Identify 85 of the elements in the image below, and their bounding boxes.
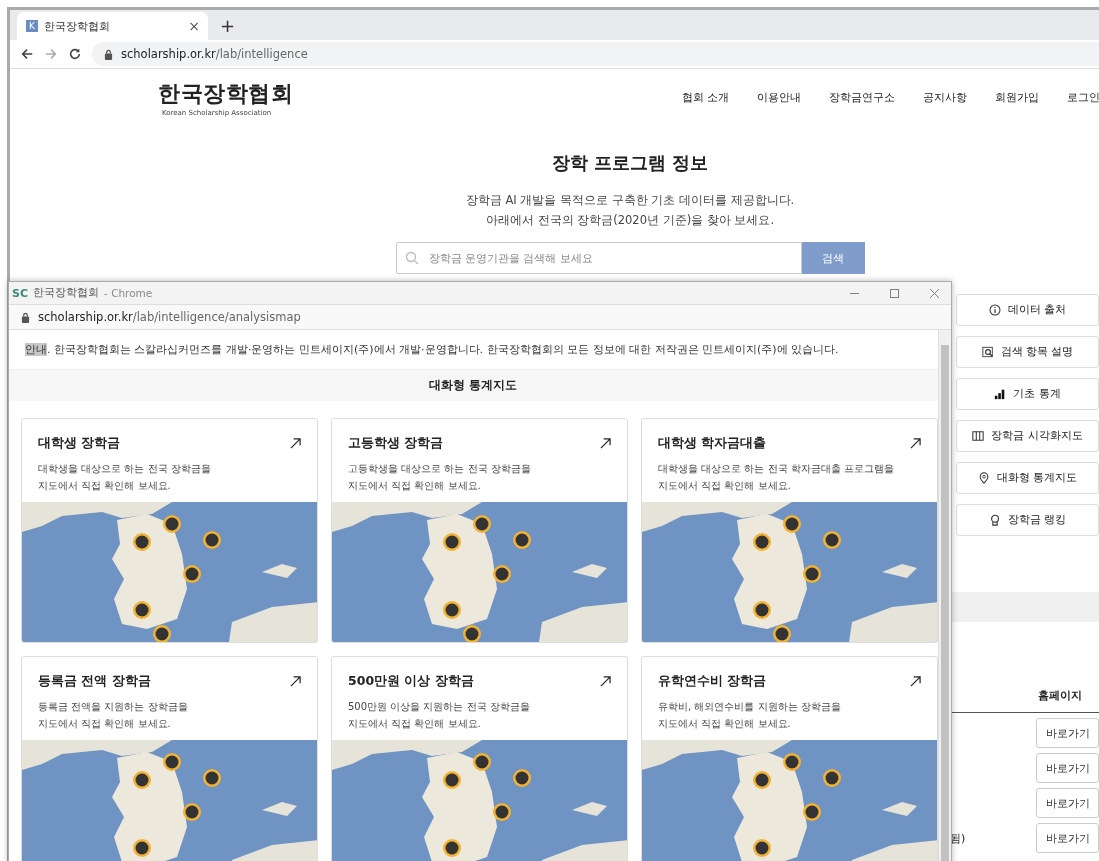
map-card[interactable]: 대학생 학자금대출 대학생을 대상으로 하는 전국 학자금대출 프로그램을 지도에서 직접 확인해 보세요. xyxy=(641,418,938,643)
nav-link[interactable]: 이용안내 xyxy=(757,90,801,105)
award-icon xyxy=(988,514,1001,526)
card-title: 등록금 전액 장학금 xyxy=(38,673,151,690)
intro-text: 장학금 AI 개발을 목적으로 구축한 기초 데이터를 제공합니다. xyxy=(464,193,796,208)
card-description: 지도에서 직접 확인해 보세요. xyxy=(658,479,792,493)
map-icon xyxy=(972,430,985,442)
side-menu-button[interactable]: 장학금 시각화지도 xyxy=(956,420,1099,452)
lock-icon xyxy=(104,48,113,60)
card-description: 500만원 이상을 지원하는 전국 장학금을 xyxy=(348,700,531,714)
close-icon[interactable] xyxy=(930,288,939,298)
card-description: 지도에서 직접 확인해 보세요. xyxy=(658,717,792,731)
location-pin-icon xyxy=(977,472,990,484)
go-button[interactable]: 바로가기 xyxy=(1036,788,1099,818)
intro-text: 아래에서 전국의 장학금(2020년 기준)을 찾아 보세요. xyxy=(484,213,776,228)
section-heading: 대화형 통계지도 xyxy=(9,370,938,401)
side-menu-button[interactable]: 장학금 랭킹 xyxy=(956,504,1099,536)
card-title: 대학생 장학금 xyxy=(38,435,121,452)
browser-tab[interactable]: K 한국장학협회 × xyxy=(17,12,208,40)
new-tab-button[interactable]: + xyxy=(220,15,236,36)
map-drawing[interactable] xyxy=(642,740,937,861)
card-title: 대학생 학자금대출 xyxy=(658,435,767,452)
scrollbar[interactable] xyxy=(938,330,951,861)
map-card[interactable]: 대학생 장학금 대학생을 대상으로 하는 전국 장학금을 지도에서 직접 확인해 보세요. xyxy=(21,418,318,643)
map-card[interactable]: 등록금 전액 장학금 등록금 전액을 지원하는 장학금을 지도에서 직접 확인해 보세요. xyxy=(21,656,318,861)
nav-link[interactable]: 장학금연구소 xyxy=(829,90,895,105)
back-icon[interactable] xyxy=(20,47,34,61)
side-menu-button[interactable]: 대화형 통계지도 xyxy=(956,462,1099,494)
card-description: 고등학생을 대상으로 하는 전국 장학금을 xyxy=(348,462,532,476)
card-description: 유학비, 해외연수비를 지원하는 장학금을 xyxy=(658,700,842,714)
nav-link[interactable]: 로그인 xyxy=(1067,90,1099,105)
reload-icon[interactable] xyxy=(68,47,82,61)
map-card[interactable]: 유학연수비 장학금 유학비, 해외연수비를 지원하는 장학금을 지도에서 직접 확인해 보세요. xyxy=(641,656,938,861)
card-title: 500만원 이상 장학금 xyxy=(348,673,474,690)
search-field[interactable]: 장학금 운영기관을 검색해 보세요 xyxy=(395,242,802,274)
card-title: 고등학생 장학금 xyxy=(348,435,444,452)
nav-link[interactable]: 회원가입 xyxy=(995,90,1039,105)
window-title: 한국장학협회 xyxy=(33,286,99,300)
go-button[interactable]: 바로가기 xyxy=(1036,823,1099,853)
maximize-icon[interactable] xyxy=(890,288,899,298)
side-menu-button[interactable]: 검색 항목 설명 xyxy=(956,336,1099,368)
card-description: 지도에서 직접 확인해 보세요. xyxy=(348,479,482,493)
forward-icon[interactable] xyxy=(44,47,58,61)
page-title: 장학 프로그램 정보 xyxy=(550,151,710,175)
table-cell: 됨) xyxy=(950,830,966,846)
map-card[interactable]: 고등학생 장학금 고등학생을 대상으로 하는 전국 장학금을 지도에서 직접 확인해 보세요. xyxy=(331,418,628,643)
window-url: scholarship.or.kr/lab/intelligence/analysismap xyxy=(38,310,301,324)
info-icon xyxy=(988,304,1001,316)
address-bar[interactable]: scholarship.or.kr/lab/intelligence xyxy=(92,42,1099,66)
card-description: 지도에서 직접 확인해 보세요. xyxy=(38,479,172,493)
card-description: 등록금 전액을 지원하는 장학금을 xyxy=(38,700,189,714)
arrow-icon[interactable] xyxy=(290,438,301,449)
side-menu-button[interactable]: 데이터 출처 xyxy=(956,294,1099,326)
scroll-thumb[interactable] xyxy=(941,345,949,861)
window-app-name: - Chrome xyxy=(104,287,153,299)
arrow-icon[interactable] xyxy=(910,676,921,687)
card-description: 대학생을 대상으로 하는 전국 장학금을 xyxy=(38,462,212,476)
card-description: 대학생을 대상으로 하는 전국 학자금대출 프로그램을 xyxy=(658,462,895,476)
search-icon xyxy=(404,251,419,265)
go-button[interactable]: 바로가기 xyxy=(1036,753,1099,783)
nav-link[interactable]: 협회 소개 xyxy=(681,90,729,105)
card-description: 지도에서 직접 확인해 보세요. xyxy=(38,717,172,731)
search-icon xyxy=(981,346,994,358)
map-drawing[interactable] xyxy=(22,740,317,861)
map-card[interactable]: 500만원 이상 장학금 500만원 이상을 지원하는 전국 장학금을 지도에서 직접 확인해 보세요. xyxy=(331,656,628,861)
close-tab-button[interactable]: × xyxy=(188,18,200,34)
card-description: 지도에서 직접 확인해 보세요. xyxy=(348,717,482,731)
go-button[interactable]: 바로가기 xyxy=(1036,718,1099,748)
bar-chart-icon xyxy=(994,388,1007,400)
map-drawing[interactable] xyxy=(332,740,627,861)
nav-link[interactable]: 공지사항 xyxy=(923,90,967,105)
window-favicon: SC xyxy=(12,286,28,300)
logo-title[interactable]: 한국장학협회 xyxy=(158,79,293,109)
arrow-icon[interactable] xyxy=(290,676,301,687)
arrow-icon[interactable] xyxy=(910,438,921,449)
lock-icon xyxy=(21,311,30,323)
arrow-icon[interactable] xyxy=(600,438,611,449)
side-menu-button[interactable]: 기초 통계 xyxy=(956,378,1099,410)
card-title: 유학연수비 장학금 xyxy=(658,673,767,690)
map-drawing[interactable] xyxy=(22,502,317,642)
arrow-icon[interactable] xyxy=(600,676,611,687)
map-drawing[interactable] xyxy=(332,502,627,642)
tab-title: 한국장학협회 xyxy=(44,18,111,34)
tab-favicon: K xyxy=(26,20,38,32)
map-drawing[interactable] xyxy=(642,502,937,642)
